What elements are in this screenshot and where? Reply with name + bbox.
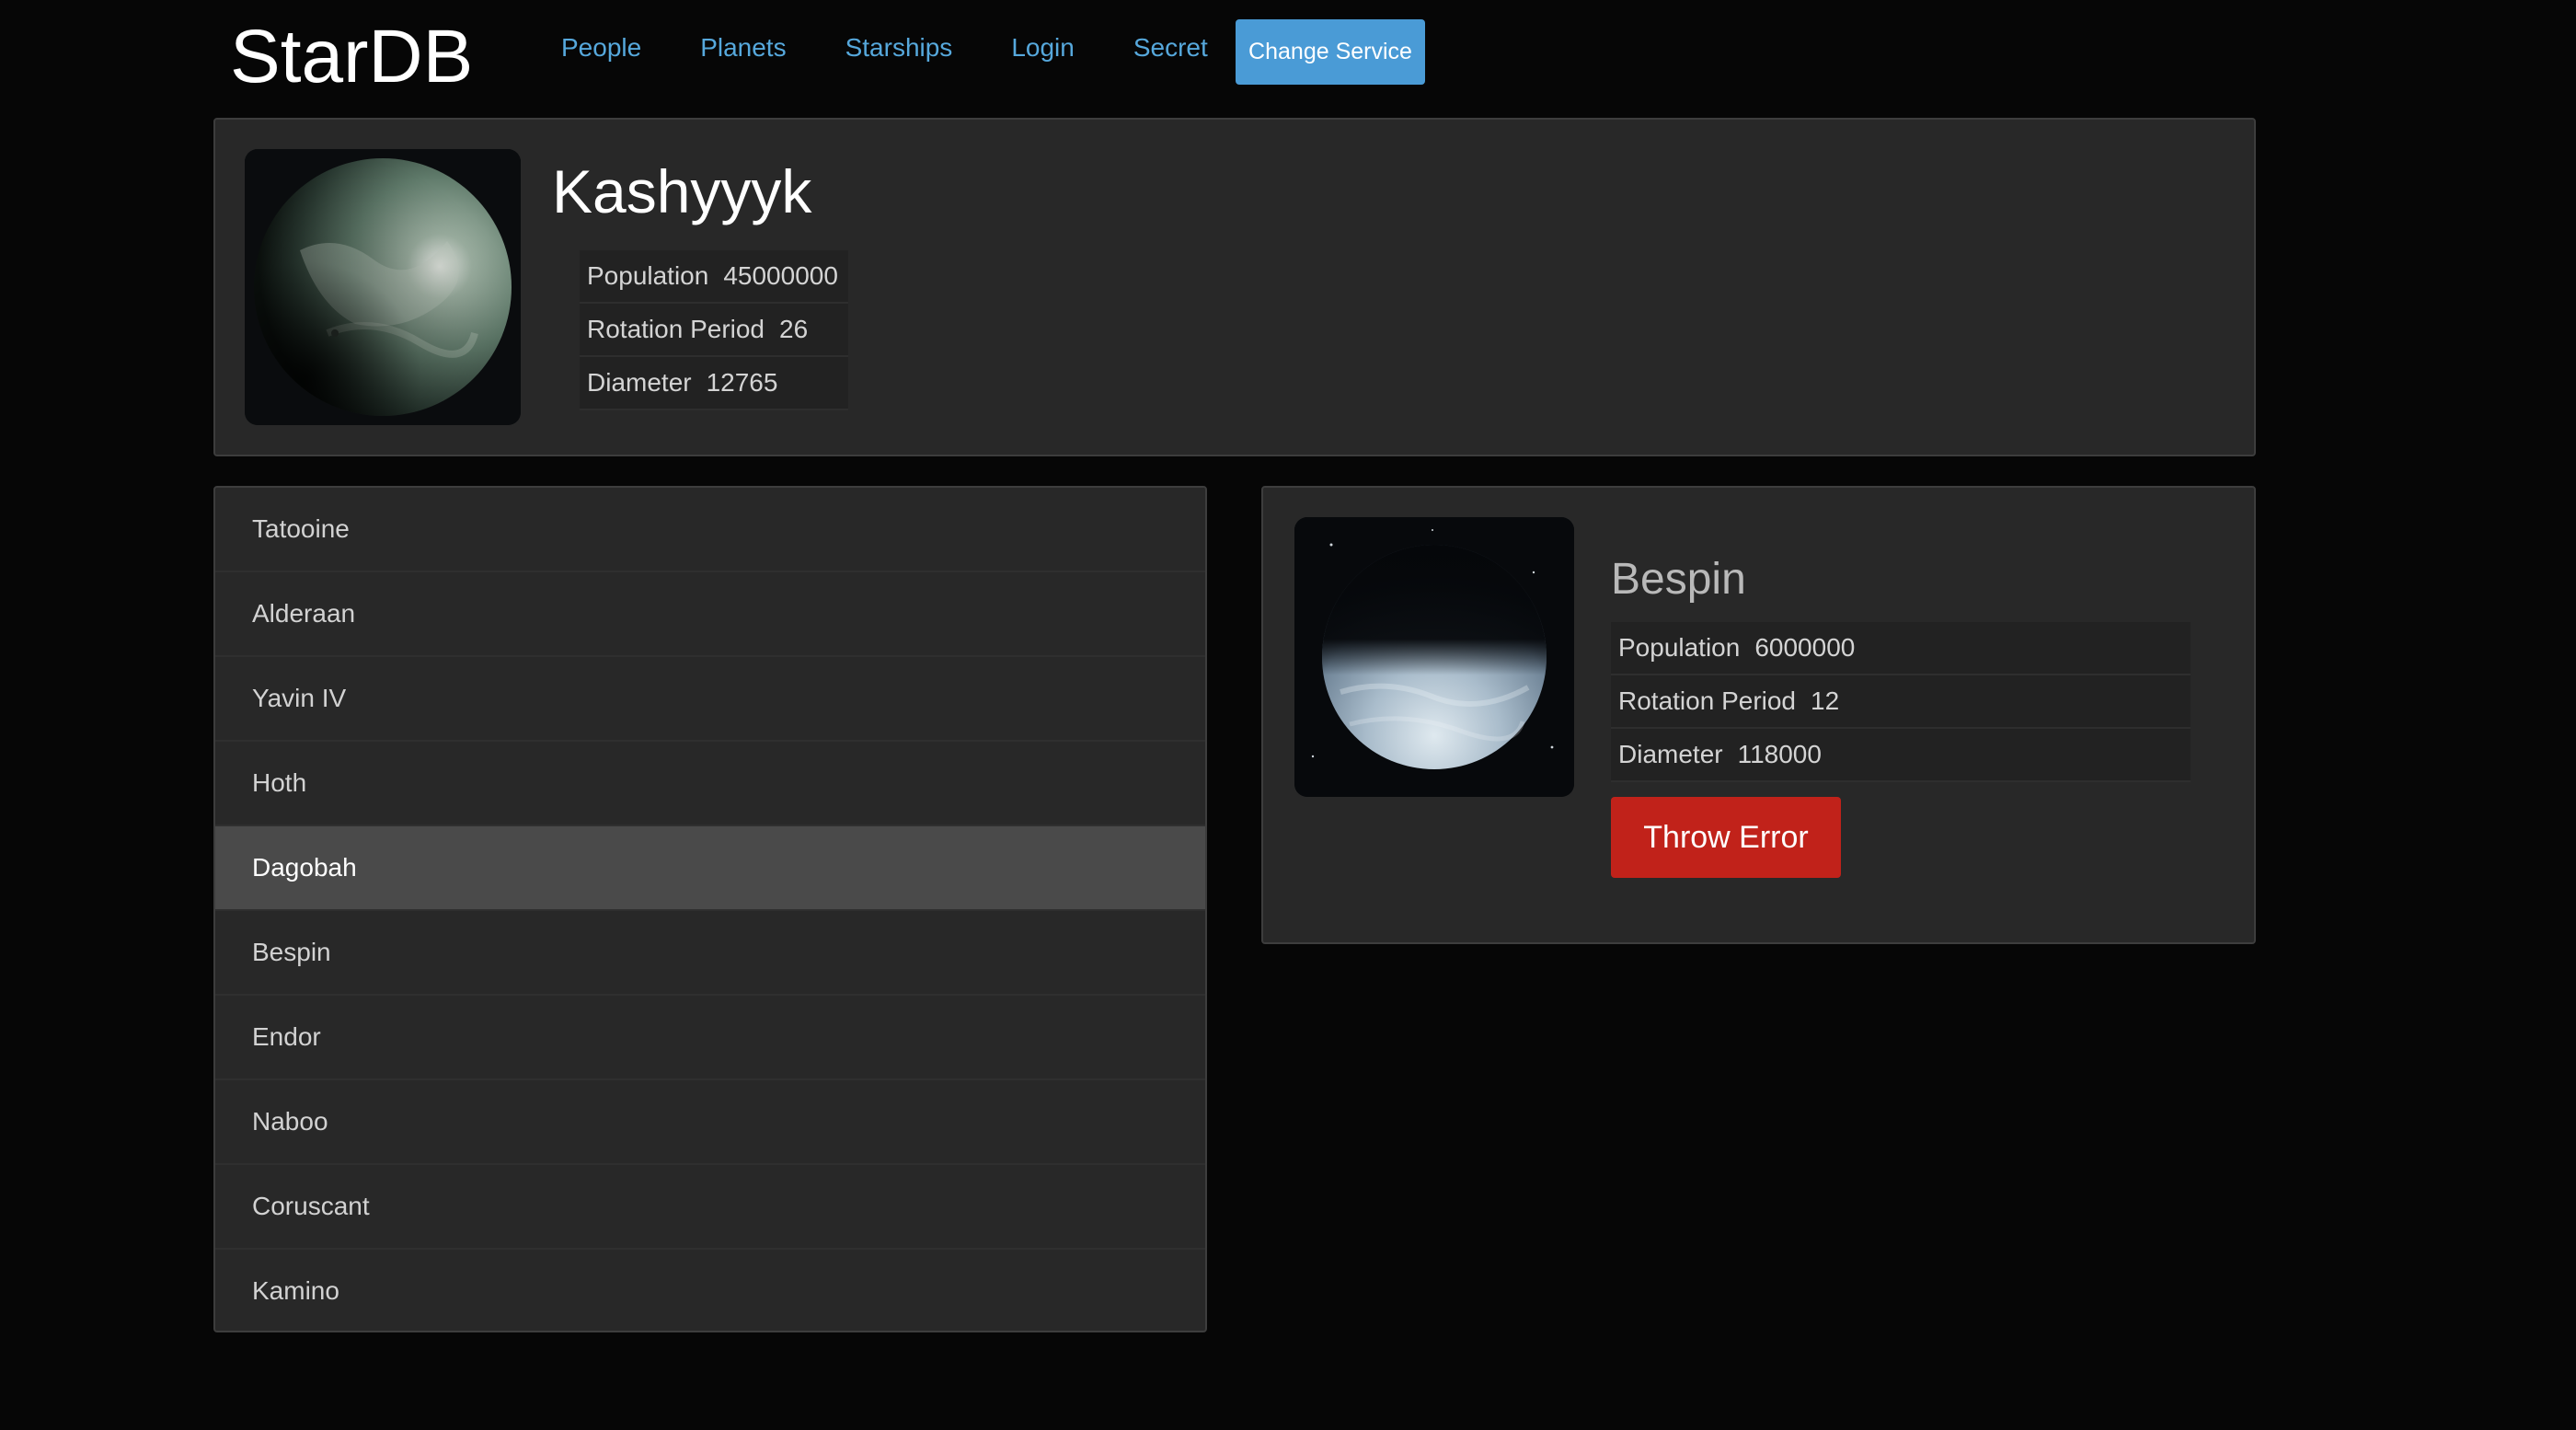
random-planet-name: Kashyyyk <box>552 157 812 225</box>
stat-term: Rotation Period <box>587 315 765 343</box>
nav-secret[interactable]: Secret <box>1133 28 1208 68</box>
brand-logo[interactable]: StarDB <box>230 11 473 103</box>
nav-planets[interactable]: Planets <box>700 28 786 68</box>
details-planet-image <box>1294 517 1574 797</box>
change-service-button[interactable]: Change Service <box>1236 19 1425 85</box>
list-item[interactable]: Endor <box>215 996 1205 1080</box>
list-item[interactable]: Naboo <box>215 1080 1205 1165</box>
stat-diameter: Diameter 118000 <box>1611 729 2191 782</box>
stat-term: Population <box>1618 633 1741 662</box>
planet-list: Tatooine Alderaan Yavin IV Hoth Dagobah … <box>213 486 1207 1332</box>
list-item[interactable]: Kamino <box>215 1250 1205 1331</box>
details-planet-stats: Population 6000000 Rotation Period 12 Di… <box>1611 622 2191 782</box>
list-item[interactable]: Coruscant <box>215 1165 1205 1250</box>
list-item[interactable]: Hoth <box>215 742 1205 826</box>
app-header: StarDB People Planets Starships Login Se… <box>0 0 2576 110</box>
stat-value: 6000000 <box>1754 633 1856 662</box>
list-item-selected[interactable]: Dagobah <box>215 826 1205 911</box>
throw-error-button[interactable]: Throw Error <box>1611 797 1841 878</box>
stat-term: Diameter <box>587 368 692 397</box>
details-planet-name: Bespin <box>1611 555 1746 604</box>
nav-starships[interactable]: Starships <box>845 28 953 68</box>
stat-diameter: Diameter 12765 <box>580 357 848 410</box>
random-planet-card: Kashyyyk Population 45000000 Rotation Pe… <box>213 118 2256 456</box>
stat-value: 12765 <box>706 368 778 397</box>
stat-population: Population 6000000 <box>1611 622 2191 675</box>
stat-value: 45000000 <box>723 261 838 290</box>
stat-value: 12 <box>1811 686 1840 715</box>
planet-details-card: Bespin Population 6000000 Rotation Perio… <box>1261 486 2256 944</box>
random-planet-image <box>245 149 521 425</box>
nav-login[interactable]: Login <box>1011 28 1075 68</box>
planet-bespin-graphic <box>1294 517 1574 797</box>
stat-value: 118000 <box>1737 740 1822 768</box>
list-item[interactable]: Alderaan <box>215 572 1205 657</box>
random-planet-stats: Population 45000000 Rotation Period 26 D… <box>580 250 848 410</box>
stat-population: Population 45000000 <box>580 250 848 304</box>
list-item[interactable]: Bespin <box>215 911 1205 996</box>
stat-rotation-period: Rotation Period 26 <box>580 304 848 357</box>
stat-value: 26 <box>779 315 809 343</box>
planet-kashyyyk-graphic <box>245 149 521 425</box>
stat-term: Population <box>587 261 709 290</box>
list-item[interactable]: Tatooine <box>215 488 1205 572</box>
stat-term: Rotation Period <box>1618 686 1797 715</box>
nav-people[interactable]: People <box>561 28 641 68</box>
stat-rotation-period: Rotation Period 12 <box>1611 675 2191 729</box>
main-nav: People Planets Starships Login Secret <box>561 28 1237 68</box>
list-item[interactable]: Yavin IV <box>215 657 1205 742</box>
stat-term: Diameter <box>1618 740 1723 768</box>
